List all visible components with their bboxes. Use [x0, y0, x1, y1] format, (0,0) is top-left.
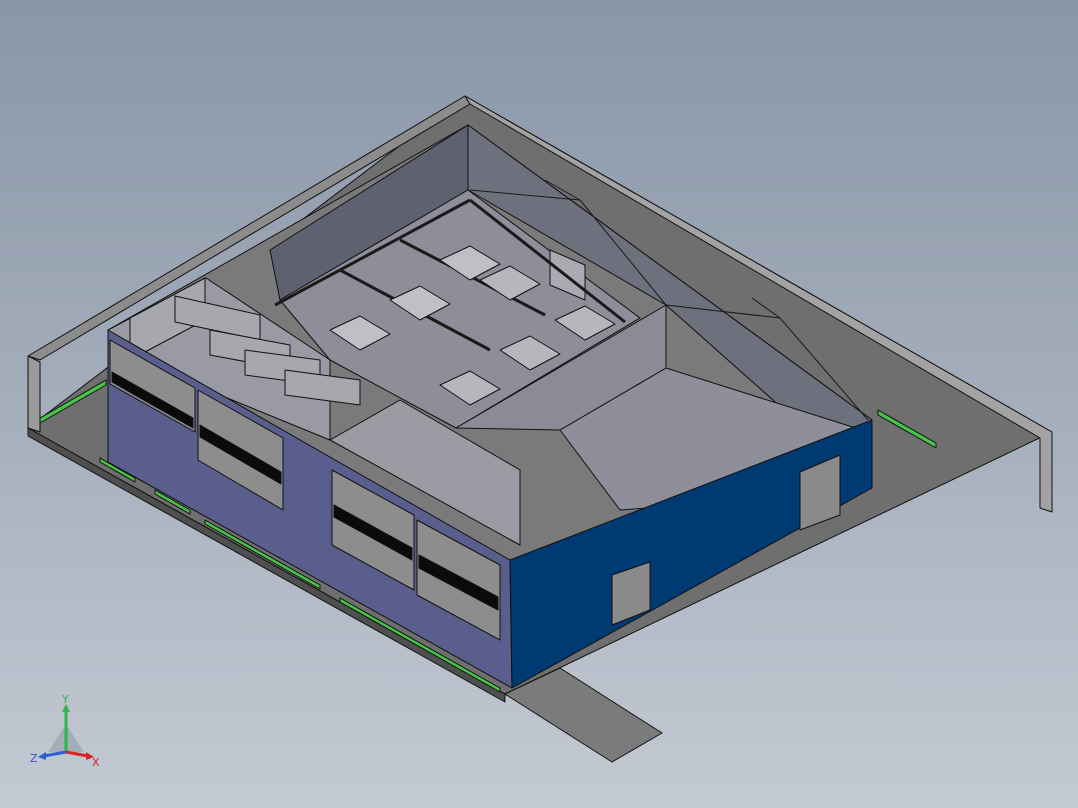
x-axis-line	[65, 750, 89, 758]
y-axis-label: Y	[61, 694, 69, 706]
graphics-viewport[interactable]: Y X Z	[0, 0, 1078, 808]
x-axis-label: X	[92, 756, 100, 769]
z-axis-arrow-icon	[38, 752, 46, 760]
coordinate-triad: Y X Z	[30, 694, 100, 769]
z-axis-label: Z	[30, 752, 38, 765]
perimeter-wall-left[interactable]	[27, 355, 41, 433]
z-axis-line	[43, 750, 67, 758]
factory-building-model[interactable]	[0, 0, 1078, 808]
